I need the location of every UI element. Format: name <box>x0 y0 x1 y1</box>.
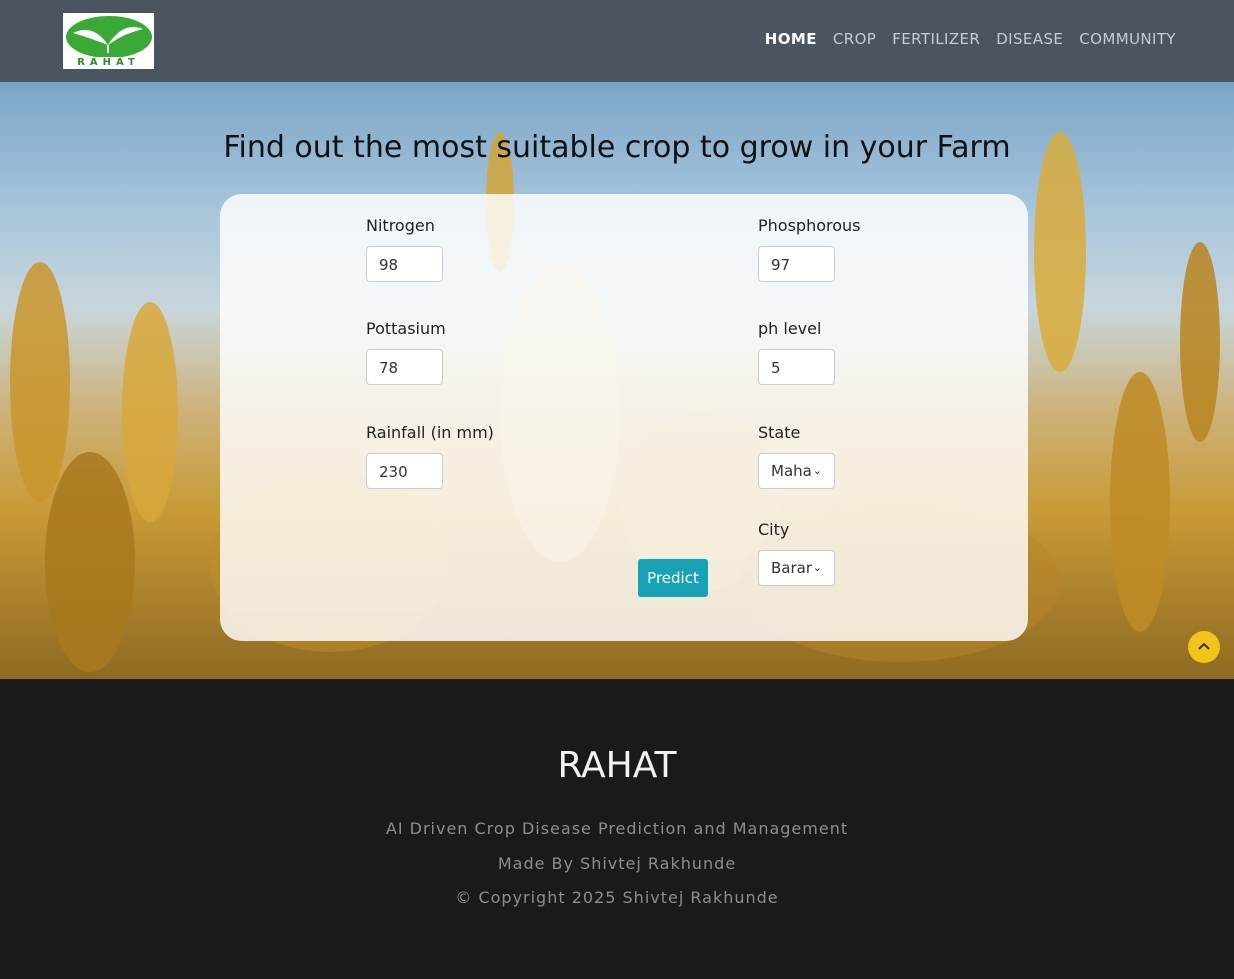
nav-home[interactable]: HOME <box>765 30 817 48</box>
scroll-to-top-button[interactable] <box>1188 631 1220 663</box>
phosphorous-input[interactable]: 97 <box>758 246 835 282</box>
pottasium-field: Pottasium 78 <box>366 319 446 385</box>
pottasium-input[interactable]: 78 <box>366 349 443 385</box>
footer-made-by: Made By Shivtej Rakhunde <box>497 854 737 873</box>
leaf-logo-icon <box>66 16 152 58</box>
footer: RAHAT AI Driven Crop Disease Prediction … <box>0 679 1234 979</box>
state-field: State Maha ⌄ <box>758 423 835 489</box>
rainfall-input[interactable]: 230 <box>366 453 443 489</box>
footer-copyright: © Copyright 2025 Shivtej Rakhunde <box>455 888 779 907</box>
navbar: RAHAT HOME CROP FERTILIZER DISEASE COMMU… <box>0 0 1234 82</box>
ph-input[interactable]: 5 <box>758 349 835 385</box>
city-label: City <box>758 520 790 539</box>
nitrogen-field: Nitrogen 98 <box>366 216 443 282</box>
pottasium-label: Pottasium <box>366 319 446 338</box>
nav-fertilizer[interactable]: FERTILIZER <box>892 30 980 48</box>
page-heading: Find out the most suitable crop to grow … <box>223 130 1011 165</box>
footer-title: RAHAT <box>557 745 677 786</box>
state-select-value: Maha <box>771 462 812 480</box>
nav-community[interactable]: COMMUNITY <box>1079 30 1176 48</box>
nav-crop[interactable]: CROP <box>833 30 876 48</box>
nitrogen-label: Nitrogen <box>366 216 435 235</box>
nitrogen-input[interactable]: 98 <box>366 246 443 282</box>
rainfall-label: Rainfall (in mm) <box>366 423 494 442</box>
crop-form-card: Nitrogen 98 Phosphorous 97 Pottasium 78 … <box>220 194 1028 641</box>
ph-label: ph level <box>758 319 822 338</box>
predict-button[interactable]: Predict <box>638 559 708 597</box>
city-select-value: Barar <box>771 559 813 577</box>
logo-text: RAHAT <box>77 57 140 68</box>
phosphorous-field: Phosphorous 97 <box>758 216 861 282</box>
state-select[interactable]: Maha ⌄ <box>758 453 835 489</box>
footer-tagline: AI Driven Crop Disease Prediction and Ma… <box>385 819 849 838</box>
nav-disease[interactable]: DISEASE <box>996 30 1063 48</box>
chevron-down-icon: ⌄ <box>812 561 822 574</box>
chevron-down-icon: ⌄ <box>812 464 822 477</box>
rainfall-field: Rainfall (in mm) 230 <box>366 423 494 489</box>
logo[interactable]: RAHAT <box>63 13 154 69</box>
nav-links: HOME CROP FERTILIZER DISEASE COMMUNITY <box>765 30 1176 48</box>
city-select[interactable]: Barar ⌄ <box>758 550 835 586</box>
chevron-up-icon <box>1198 642 1210 650</box>
phosphorous-label: Phosphorous <box>758 216 861 235</box>
state-label: State <box>758 423 801 442</box>
ph-field: ph level 5 <box>758 319 835 385</box>
city-field: City Barar ⌄ <box>758 520 835 586</box>
